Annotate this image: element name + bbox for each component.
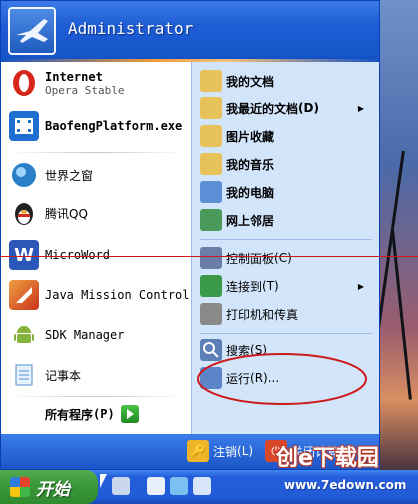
program-label: Java Mission Control xyxy=(45,288,190,302)
place-network-places[interactable]: 网上邻居 xyxy=(200,209,274,231)
separator xyxy=(9,396,185,397)
place-label: 我最近的文档 xyxy=(226,101,299,116)
quicklaunch-icon-2[interactable] xyxy=(147,477,165,495)
program-label: BaofengPlatform.exe xyxy=(45,119,183,133)
place-control-panel[interactable]: 控制面板 (C) xyxy=(200,247,292,269)
place-label: 我的音乐 xyxy=(226,157,275,172)
search-icon xyxy=(200,339,222,361)
program-java-mission-control[interactable]: Java Mission Control xyxy=(9,280,190,310)
place-label: 打印机和传真 xyxy=(226,307,299,322)
program-label: 世界之窗 xyxy=(45,168,94,183)
jmc-icon xyxy=(9,280,39,310)
program-label: MicroWord xyxy=(45,248,111,262)
place-hotkey: (C) xyxy=(274,251,292,265)
logoff-hotkey: (L) xyxy=(237,444,254,458)
program-notepad[interactable]: 记事本 xyxy=(9,360,81,390)
submenu-arrow-icon: ▶ xyxy=(357,281,364,291)
place-label: 控制面板 xyxy=(226,251,275,266)
quicklaunch-icon-1[interactable] xyxy=(112,477,130,495)
opera-icon xyxy=(9,68,39,98)
places-panel: 我的文档 我最近的文档 (D) ▶ 图片收藏 我的音乐 我的电脑 网上邻居 控制… xyxy=(191,62,379,434)
watermark-title: 创e下载园 xyxy=(276,446,379,471)
place-my-computer[interactable]: 我的电脑 xyxy=(200,181,274,203)
program-label: 腾讯QQ xyxy=(45,206,88,221)
network-icon xyxy=(200,209,222,231)
watermark: 创e下载园 www.7edown.com xyxy=(262,432,418,504)
watermark-url: www.7edown.com xyxy=(284,478,407,492)
folder-pictures-icon xyxy=(200,125,222,147)
android-icon xyxy=(9,320,39,350)
place-hotkey: (R)... xyxy=(250,371,280,385)
user-avatar[interactable] xyxy=(8,7,56,55)
start-button[interactable]: 开始 xyxy=(0,470,98,504)
all-programs-label: 所有程序 xyxy=(45,407,94,422)
program-sublabel: Opera Stable xyxy=(45,83,125,97)
place-my-documents[interactable]: 我的文档 xyxy=(200,70,274,92)
separator xyxy=(200,333,372,334)
separator xyxy=(9,152,185,153)
annotation-line xyxy=(0,256,418,257)
place-my-music[interactable]: 我的音乐 xyxy=(200,153,274,175)
place-label: 我的文档 xyxy=(226,74,275,89)
place-label: 我的电脑 xyxy=(226,185,275,200)
all-programs-hotkey: (P) xyxy=(93,407,115,421)
place-label: 运行 xyxy=(226,371,251,386)
mouse-cursor-icon xyxy=(100,474,107,488)
program-sdk-manager[interactable]: SDK Manager xyxy=(9,320,124,350)
quicklaunch-icon-3[interactable] xyxy=(170,477,188,495)
notepad-icon xyxy=(9,360,39,390)
place-run[interactable]: 运行 (R)... xyxy=(200,367,279,389)
program-world-window[interactable]: 世界之窗 xyxy=(9,160,93,190)
place-printers-faxes[interactable]: 打印机和传真 xyxy=(200,303,298,325)
globe-icon xyxy=(9,160,39,190)
folder-docs-icon xyxy=(200,70,222,92)
place-connect-to[interactable]: 连接到 (T) ▶ xyxy=(200,275,372,297)
computer-icon xyxy=(200,181,222,203)
program-tencent-qq[interactable]: 腾讯QQ xyxy=(9,198,88,228)
program-label: Internet xyxy=(45,69,103,84)
desktop-wallpaper-strip xyxy=(374,0,418,470)
printer-icon xyxy=(200,303,222,325)
program-microword[interactable]: W MicroWord xyxy=(9,240,110,270)
pinned-programs-panel: Internet Opera Stable BaofengPlatform.ex… xyxy=(1,62,191,434)
folder-recent-icon xyxy=(200,97,222,119)
place-label: 连接到 xyxy=(226,279,263,294)
program-label: 记事本 xyxy=(45,368,82,383)
start-menu: Administrator Internet Opera Stable Baof… xyxy=(0,0,380,470)
start-label: 开始 xyxy=(36,479,70,500)
place-label: 图片收藏 xyxy=(226,129,275,144)
program-internet[interactable]: Internet Opera Stable xyxy=(9,68,124,98)
place-search[interactable]: 搜索 (S) xyxy=(200,339,267,361)
logoff-button[interactable]: 🔑 注销 (L) xyxy=(187,440,253,462)
place-hotkey: (S) xyxy=(250,343,267,357)
place-label: 搜索 xyxy=(226,343,251,358)
control-panel-icon xyxy=(200,247,222,269)
place-my-pictures[interactable]: 图片收藏 xyxy=(200,125,274,147)
folder-music-icon xyxy=(200,153,222,175)
key-icon: 🔑 xyxy=(187,440,209,462)
program-label: SDK Manager xyxy=(45,328,125,342)
place-label: 网上邻居 xyxy=(226,213,275,228)
run-icon xyxy=(200,367,222,389)
program-baofeng[interactable]: BaofengPlatform.exe xyxy=(9,111,182,141)
place-recent-documents[interactable]: 我最近的文档 (D) ▶ xyxy=(200,97,372,119)
separator xyxy=(200,239,372,240)
user-name: Administrator xyxy=(68,19,194,38)
baofeng-icon xyxy=(9,111,39,141)
start-menu-header: Administrator xyxy=(1,1,379,61)
submenu-arrow-icon: ▶ xyxy=(357,103,364,113)
penguin-icon xyxy=(9,198,39,228)
place-hotkey: (D) xyxy=(298,101,319,115)
windows-flag-icon xyxy=(10,477,30,497)
connect-icon xyxy=(200,275,222,297)
quicklaunch-icon-4[interactable] xyxy=(193,477,211,495)
place-hotkey: (T) xyxy=(262,279,279,293)
all-programs-button[interactable]: 所有程序 (P) xyxy=(45,405,139,423)
green-arrow-icon xyxy=(120,405,139,423)
logoff-label: 注销 xyxy=(213,444,238,459)
word-icon: W xyxy=(9,240,39,270)
